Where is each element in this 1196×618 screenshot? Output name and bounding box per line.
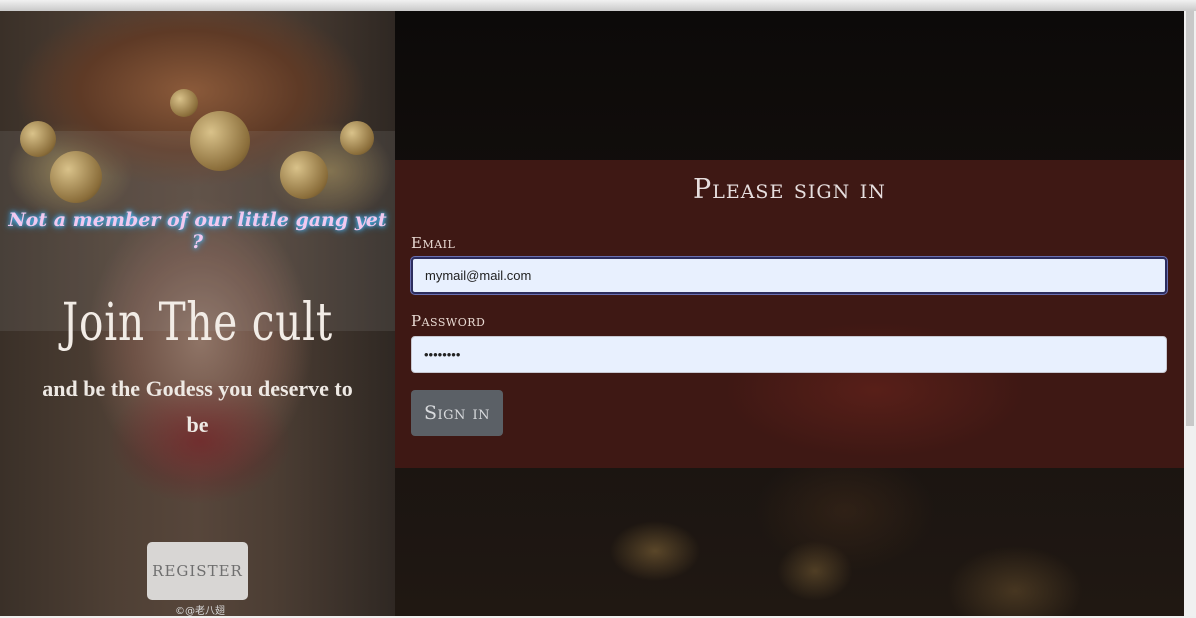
vertical-scrollbar[interactable]: [1184, 11, 1196, 618]
signin-form: Please sign in Email Password Sign in: [395, 160, 1184, 468]
scrollbar-thumb[interactable]: [1186, 11, 1194, 426]
register-promo: Not a member of our little gang yet ? Jo…: [0, 11, 395, 616]
signin-title: Please sign in: [693, 174, 886, 205]
page-viewport: Not a member of our little gang yet ? Jo…: [0, 11, 1184, 616]
hero-image-panel: Not a member of our little gang yet ? Jo…: [0, 11, 395, 616]
email-field[interactable]: [411, 257, 1167, 294]
register-button[interactable]: REGISTER: [147, 542, 248, 600]
password-field[interactable]: [411, 336, 1167, 373]
password-label: Password: [411, 312, 486, 330]
promo-title: Join The cult: [61, 293, 333, 353]
image-credit: ©@老八翅: [175, 606, 225, 616]
signin-button[interactable]: Sign in: [411, 390, 503, 436]
promo-subtitle: and be the Godess you deserve to be: [42, 376, 353, 437]
email-label: Email: [411, 234, 456, 252]
browser-top-edge: [0, 0, 1196, 11]
promo-tagline: Not a member of our little gang yet ?: [8, 209, 387, 253]
